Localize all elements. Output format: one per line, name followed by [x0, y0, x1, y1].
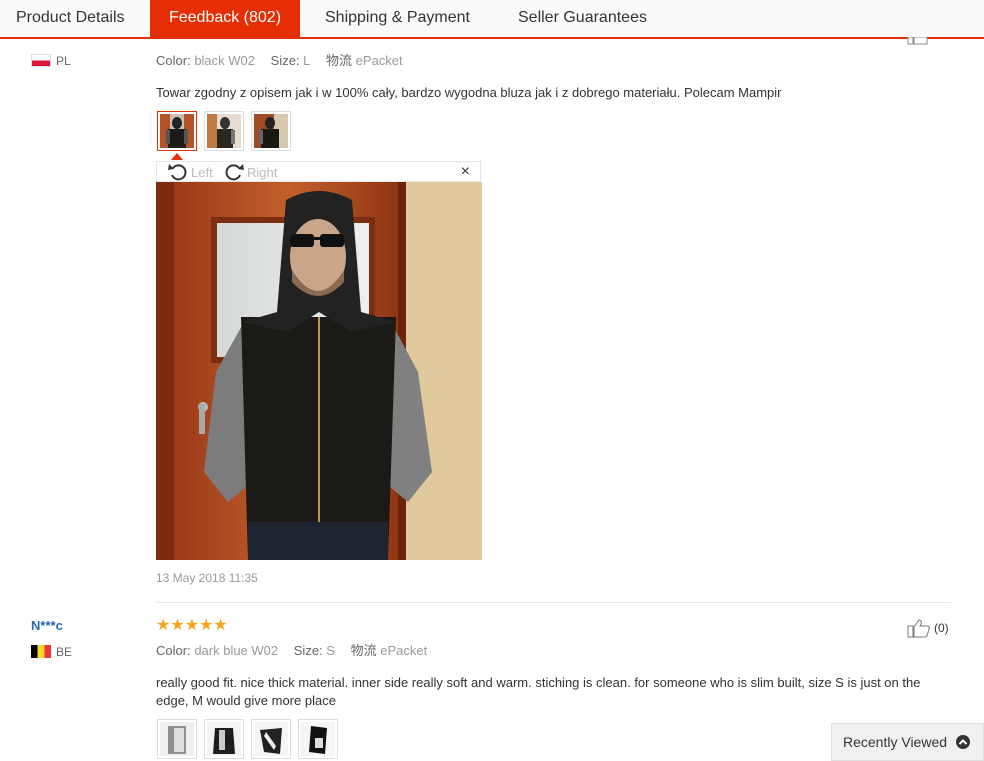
like-count: (0) [934, 621, 949, 635]
reviewer-country: BE [56, 645, 73, 659]
shipping-key: 物流 [350, 643, 377, 658]
review-attributes: Color: dark blue W02 Size: S 物流 ePacket [156, 640, 427, 659]
shipping-value: ePacket [355, 53, 403, 68]
photo-thumbnail-image [160, 114, 194, 148]
photo-viewer-toolbar: Left Right × [156, 161, 481, 182]
rotate-right-label: Right [247, 164, 278, 180]
photo-thumbnail-image [160, 722, 194, 756]
review-photo-image [156, 182, 482, 560]
color-value: black W02 [194, 53, 256, 68]
star-rating: ★★★★★ [156, 617, 228, 634]
like-button[interactable] [907, 37, 929, 45]
chevron-up-icon [956, 735, 971, 749]
size-value: L [303, 53, 311, 68]
photo-thumbnail-image [254, 114, 288, 148]
color-key: Color: [156, 53, 191, 68]
review-photo-thumbnail[interactable] [204, 111, 244, 151]
reviewer-name[interactable]: N***c [31, 618, 63, 633]
recently-viewed-button[interactable]: Recently Viewed [831, 723, 984, 761]
thumbs-up-icon [907, 37, 928, 45]
tab-product-details[interactable]: Product Details [0, 0, 141, 37]
color-value: dark blue W02 [194, 643, 279, 658]
tab-seller-guarantees[interactable]: Seller Guarantees [502, 0, 663, 37]
shipping-value: ePacket [380, 643, 428, 658]
review-photo-thumbnail[interactable] [251, 719, 291, 759]
recently-viewed-label: Recently Viewed [843, 734, 948, 750]
reviewer-country: PL [56, 54, 71, 68]
flag-belgium-icon [31, 645, 51, 658]
rotate-left-label: Left [191, 164, 213, 180]
rotate-right-button[interactable]: Right [223, 162, 277, 182]
review-photo-large [156, 182, 482, 560]
photo-thumbnail-image [207, 722, 241, 756]
photo-thumbnail-image [207, 114, 241, 148]
thumbnail-pointer [171, 153, 183, 160]
review-divider [156, 602, 951, 603]
rotate-left-icon [168, 164, 187, 181]
review-photo-thumbnail[interactable] [157, 111, 197, 151]
photo-thumbnail-image [301, 722, 335, 756]
close-viewer-button[interactable]: × [461, 163, 470, 181]
thumbs-up-icon [907, 619, 930, 638]
rotate-right-icon [225, 164, 244, 181]
review-text: really good fit. nice thick material. in… [156, 675, 921, 708]
rotate-left-button[interactable]: Left [167, 162, 213, 182]
shipping-key: 物流 [326, 53, 353, 68]
size-key: Size: [270, 53, 300, 68]
review-photo-thumbnail[interactable] [251, 111, 291, 151]
review-photo-thumbnail[interactable] [204, 719, 244, 759]
product-tabs: Product Details Feedback (802) Shipping … [0, 0, 984, 39]
review-photo-thumbnail[interactable] [298, 719, 338, 759]
flag-poland-icon [31, 54, 51, 67]
tab-feedback[interactable]: Feedback (802) [150, 0, 300, 39]
size-value: S [326, 643, 335, 658]
size-key: Size: [293, 643, 323, 658]
color-key: Color: [156, 643, 191, 658]
review-text: Towar zgodny z opisem jak i w 100% cały,… [156, 85, 782, 100]
photo-thumbnail-image [254, 722, 288, 756]
review-attributes: Color: black W02 Size: L 物流 ePacket [156, 50, 403, 69]
review-date: 13 May 2018 11:35 [156, 571, 258, 585]
review-photo-thumbnail[interactable] [157, 719, 197, 759]
tab-shipping-payment[interactable]: Shipping & Payment [309, 0, 486, 37]
like-button[interactable]: (0) [907, 618, 949, 638]
